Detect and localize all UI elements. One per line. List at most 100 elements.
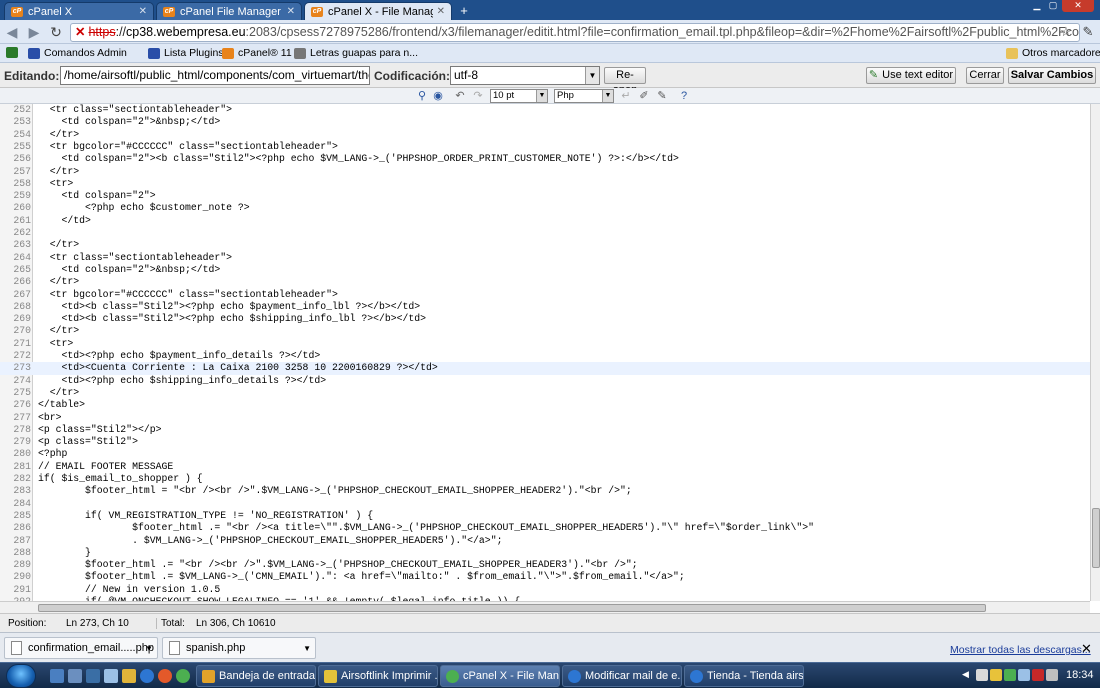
code-line[interactable]: 255 <tr bgcolor="#CCCCCC" class="section… xyxy=(0,141,1090,153)
horizontal-scroll-thumb[interactable] xyxy=(38,604,986,612)
bookmark-item[interactable]: Letras guapas para n... xyxy=(294,47,418,59)
taskbar-item[interactable]: Airsoftlink Imprimir ... xyxy=(318,665,438,687)
close-icon[interactable]: ✕ xyxy=(1081,641,1092,657)
close-tab-icon[interactable]: ✕ xyxy=(437,6,445,17)
bookmark-star-icon[interactable]: ☆ xyxy=(1058,24,1074,40)
clock[interactable]: 18:34 xyxy=(1066,669,1094,681)
undo-icon[interactable]: ↶ xyxy=(454,90,466,102)
reopen-button[interactable]: Re-open xyxy=(604,67,646,96)
quicklaunch-icon[interactable] xyxy=(86,669,100,683)
other-bookmarks[interactable]: Otros marcadores xyxy=(1006,47,1100,59)
code-line[interactable]: 266 </tr> xyxy=(0,276,1090,288)
code-line[interactable]: 278 <p class="Stil2"></p> xyxy=(0,424,1090,436)
new-tab-icon[interactable]: + xyxy=(456,4,472,18)
apps-icon[interactable] xyxy=(6,47,22,58)
show-desktop-icon[interactable] xyxy=(50,669,64,683)
url-input[interactable]: ✕ https://cp38.webempresa.eu:2083/cpsess7… xyxy=(70,23,1080,42)
ie-icon[interactable] xyxy=(140,669,154,683)
redo-icon[interactable]: ↷ xyxy=(472,90,484,102)
vertical-scroll-thumb[interactable] xyxy=(1092,508,1100,568)
file-path-field[interactable]: /home/airsoftl/public_html/components/co… xyxy=(60,66,370,85)
code-line[interactable]: 287 . $VM_LANG->_('PHPSHOP_CHECKOUT_EMAI… xyxy=(0,535,1090,547)
chrome-icon[interactable] xyxy=(176,669,190,683)
code-line[interactable]: 281 // EMAIL FOOTER MESSAGE xyxy=(0,461,1090,473)
code-line[interactable]: 253 <td colspan="2">&nbsp;</td> xyxy=(0,116,1090,128)
code-line[interactable]: 257 </tr> xyxy=(0,166,1090,178)
code-line[interactable]: 282 if( $is_email_to_shopper ) { xyxy=(0,473,1090,485)
font-size-select[interactable]: 10 pt ▼ xyxy=(490,89,548,103)
download-item[interactable]: confirmation_email.....php ▼ xyxy=(4,637,158,659)
code-line[interactable]: 258 <tr> xyxy=(0,178,1090,190)
code-line[interactable]: 254 </tr> xyxy=(0,129,1090,141)
close-tab-icon[interactable]: ✕ xyxy=(139,6,147,17)
code-line[interactable]: 260 <?php echo $customer_note ?> xyxy=(0,202,1090,214)
tray-expand-icon[interactable]: ◀ xyxy=(962,669,974,681)
horizontal-scrollbar[interactable] xyxy=(0,601,1090,613)
quicklaunch-icon[interactable] xyxy=(104,669,118,683)
close-tab-icon[interactable]: ✕ xyxy=(287,6,295,17)
switch-windows-icon[interactable] xyxy=(68,669,82,683)
code-line[interactable]: 264 <tr class="sectiontableheader"> xyxy=(0,252,1090,264)
code-line[interactable]: 261 </td> xyxy=(0,215,1090,227)
bookmark-item[interactable]: Lista Plugins xyxy=(148,47,224,59)
chevron-down-icon[interactable]: ▼ xyxy=(303,644,311,653)
code-line[interactable]: 288 } xyxy=(0,547,1090,559)
encoding-select[interactable]: utf-8 ▼ xyxy=(450,66,600,85)
code-line[interactable]: 270 </tr> xyxy=(0,325,1090,337)
volume-icon[interactable] xyxy=(1046,669,1058,681)
word-wrap-icon[interactable]: ↵ xyxy=(620,90,632,102)
save-changes-button[interactable]: Salvar Cambios xyxy=(1008,67,1096,84)
taskbar-item[interactable]: Tienda - Tienda airs... xyxy=(684,665,804,687)
code-line[interactable]: 285 if( VM_REGISTRATION_TYPE != 'NO_REGI… xyxy=(0,510,1090,522)
browser-tab[interactable]: cP cPanel File Manager v3 ✕ xyxy=(156,2,302,20)
taskbar-item[interactable]: Bandeja de entrada ... xyxy=(196,665,316,687)
code-line[interactable]: 286 $footer_html .= "<br /><a title=\"".… xyxy=(0,522,1090,534)
tray-icon[interactable] xyxy=(1032,669,1044,681)
code-line[interactable]: 262 xyxy=(0,227,1090,239)
quicklaunch-icon[interactable] xyxy=(122,669,136,683)
tray-icon[interactable] xyxy=(976,669,988,681)
code-line[interactable]: 276 </table> xyxy=(0,399,1090,411)
code-line[interactable]: 273 <td><Cuenta Corriente : La Caixa 210… xyxy=(0,362,1090,375)
code-line[interactable]: 291 // New in version 1.0.5 xyxy=(0,584,1090,596)
highlight-icon[interactable]: ✐ xyxy=(638,90,650,102)
show-all-downloads-link[interactable]: Mostrar todas las descargas... xyxy=(950,644,1091,656)
code-line[interactable]: 265 <td colspan="2">&nbsp;</td> xyxy=(0,264,1090,276)
code-line[interactable]: 268 <td><b class="Stil2"><?php echo $pay… xyxy=(0,301,1090,313)
back-icon[interactable]: ◀ xyxy=(4,24,20,40)
code-line[interactable]: 271 <tr> xyxy=(0,338,1090,350)
tray-icon[interactable] xyxy=(990,669,1002,681)
code-line[interactable]: 283 $footer_html = "<br /><br />".$VM_LA… xyxy=(0,485,1090,497)
download-item[interactable]: spanish.php ▼ xyxy=(162,637,316,659)
code-line[interactable]: 252 <tr class="sectiontableheader"> xyxy=(0,104,1090,116)
code-line[interactable]: 290 $footer_html .= $VM_LANG->_('CMN_EMA… xyxy=(0,571,1090,583)
close-window-icon[interactable]: ✕ xyxy=(1062,0,1094,12)
firefox-icon[interactable] xyxy=(158,669,172,683)
taskbar-item-active[interactable]: cPanel X - File Mana... xyxy=(440,665,560,687)
bookmark-item[interactable]: cPanel® 11 xyxy=(222,47,292,59)
reset-highlight-icon[interactable]: ✎ xyxy=(656,90,668,102)
use-text-editor-button[interactable]: ✎ Use text editor xyxy=(866,67,956,84)
maximize-icon[interactable]: ▢ xyxy=(1046,0,1060,12)
code-editor[interactable]: 252 <tr class="sectiontableheader"> 253 <… xyxy=(0,104,1090,601)
code-line[interactable]: 289 $footer_html .= "<br /><br />".$VM_L… xyxy=(0,559,1090,571)
minimize-icon[interactable]: ▁ xyxy=(1030,0,1044,12)
browser-tab[interactable]: cP cPanel X ✕ xyxy=(4,2,154,20)
code-line[interactable]: 272 <td><?php echo $payment_info_details… xyxy=(0,350,1090,362)
help-icon[interactable]: ? xyxy=(678,90,690,102)
goto-line-icon[interactable]: ◉ xyxy=(432,90,444,102)
browser-tab-active[interactable]: cP cPanel X - File Manager ✕ xyxy=(304,2,452,20)
code-line[interactable]: 267 <tr bgcolor="#CCCCCC" class="section… xyxy=(0,289,1090,301)
vertical-scrollbar[interactable] xyxy=(1090,104,1100,601)
code-line[interactable]: 274 <td><?php echo $shipping_info_detail… xyxy=(0,375,1090,387)
reload-icon[interactable]: ↻ xyxy=(48,24,64,40)
forward-icon[interactable]: ▶ xyxy=(26,24,42,40)
chevron-down-icon[interactable]: ▼ xyxy=(145,644,153,653)
start-button[interactable] xyxy=(6,664,36,688)
code-line[interactable]: 275 </tr> xyxy=(0,387,1090,399)
tray-icon[interactable] xyxy=(1004,669,1016,681)
search-icon[interactable]: ⚲ xyxy=(416,90,428,102)
network-icon[interactable] xyxy=(1018,669,1030,681)
close-editor-button[interactable]: Cerrar xyxy=(966,67,1004,84)
code-line[interactable]: 256 <td colspan="2"><b class="Stil2"><?p… xyxy=(0,153,1090,165)
